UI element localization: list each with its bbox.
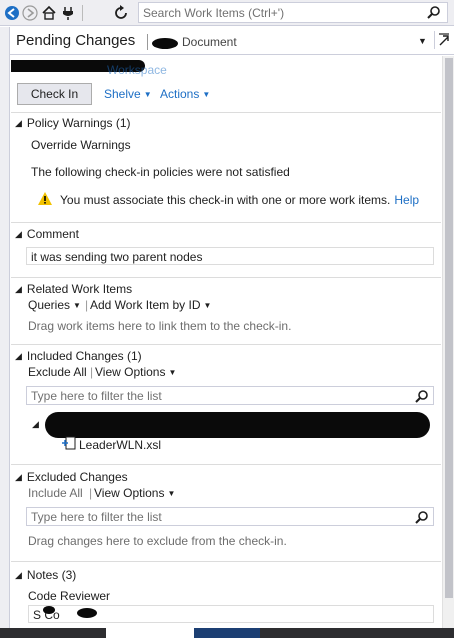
- search-icon[interactable]: [415, 510, 429, 527]
- exclude-all-link[interactable]: Exclude All: [28, 365, 87, 379]
- search-work-items-box[interactable]: Search Work Items (Ctrl+'): [138, 2, 448, 23]
- link-separator: |: [89, 486, 93, 500]
- redaction-mark: [152, 38, 178, 49]
- chevron-down-icon: ▼: [73, 301, 81, 310]
- excluded-changes-header[interactable]: ◢ Excluded Changes: [15, 470, 128, 484]
- help-link[interactable]: Help: [394, 193, 419, 207]
- view-options-dropdown[interactable]: View Options ▼: [94, 486, 175, 500]
- excluded-filter-input[interactable]: Type here to filter the list: [26, 507, 434, 526]
- included-filter-input[interactable]: Type here to filter the list: [26, 386, 434, 405]
- page-title: Pending Changes: [16, 32, 136, 49]
- shelve-label: Shelve: [104, 87, 141, 101]
- actions-label: Actions: [160, 87, 200, 101]
- filter-placeholder: Type here to filter the list: [31, 510, 162, 524]
- collapse-icon[interactable]: ◢: [15, 118, 22, 129]
- scroll-thumb[interactable]: [445, 58, 453, 598]
- policy-warnings-header[interactable]: ◢ Policy Warnings (1): [15, 116, 131, 130]
- vertical-scrollbar[interactable]: [442, 56, 454, 628]
- collapse-icon[interactable]: ◢: [15, 229, 22, 240]
- collapse-icon[interactable]: ◢: [15, 570, 22, 581]
- back-icon[interactable]: [2, 3, 22, 23]
- search-icon[interactable]: [427, 5, 441, 22]
- forward-icon[interactable]: [20, 3, 40, 23]
- section-divider: [11, 222, 441, 223]
- section-divider: [11, 344, 441, 345]
- comment-header[interactable]: ◢ Comment: [15, 227, 79, 241]
- add-work-item-label: Add Work Item by ID: [90, 298, 201, 312]
- refresh-icon[interactable]: [111, 3, 131, 23]
- plug-icon[interactable]: [58, 3, 78, 23]
- override-warnings-link[interactable]: Override Warnings: [31, 138, 131, 152]
- view-options-dropdown[interactable]: View Options ▼: [95, 365, 176, 379]
- title-separator: [147, 34, 148, 50]
- bottom-tab-strip: [0, 628, 454, 638]
- related-work-items-header[interactable]: ◢ Related Work Items: [15, 282, 132, 296]
- shelve-dropdown[interactable]: Shelve ▼: [104, 87, 152, 101]
- comment-title: Comment: [26, 227, 79, 241]
- policy-warning-row: You must associate this check-in with on…: [38, 192, 419, 208]
- section-divider: [11, 277, 441, 278]
- chevron-down-icon: ▼: [143, 90, 152, 99]
- search-icon[interactable]: [415, 389, 429, 406]
- excluded-changes-hint: Drag changes here to exclude from the ch…: [28, 534, 287, 548]
- related-work-items-title: Related Work Items: [26, 282, 133, 296]
- collapse-icon[interactable]: ◢: [15, 284, 22, 295]
- collapse-icon[interactable]: ◢: [15, 351, 22, 362]
- related-work-items-hint: Drag work items here to link them to the…: [28, 319, 292, 333]
- check-in-button[interactable]: Check In: [17, 83, 92, 105]
- excluded-changes-title: Excluded Changes: [26, 470, 128, 484]
- comment-value: it was sending two parent nodes: [31, 250, 203, 264]
- notes-header[interactable]: ◢ Notes (3): [15, 568, 76, 582]
- included-changes-title: Included Changes (1): [26, 349, 142, 363]
- code-reviewer-label: Code Reviewer: [28, 589, 111, 603]
- home-icon[interactable]: [39, 3, 59, 23]
- file-icon: [61, 436, 77, 453]
- comment-input[interactable]: it was sending two parent nodes: [26, 247, 434, 265]
- add-work-item-dropdown[interactable]: Add Work Item by ID ▼: [90, 298, 211, 312]
- included-changes-header[interactable]: ◢ Included Changes (1): [15, 349, 142, 363]
- notes-title: Notes (3): [26, 568, 77, 582]
- toolbar-separator: [82, 5, 83, 21]
- redaction-mark: [43, 606, 55, 614]
- pin-icon[interactable]: [434, 31, 452, 49]
- filter-placeholder: Type here to filter the list: [31, 389, 162, 403]
- title-dropdown-icon[interactable]: ▼: [418, 36, 427, 46]
- policy-warnings-title: Policy Warnings (1): [26, 116, 131, 130]
- chevron-down-icon: ▼: [167, 489, 176, 498]
- redaction-mark: [77, 608, 97, 618]
- actions-dropdown[interactable]: Actions ▼: [160, 87, 210, 101]
- included-file-item[interactable]: LeaderWLN.xsl: [79, 438, 161, 452]
- section-divider: [11, 464, 441, 465]
- chevron-down-icon: ▼: [168, 368, 177, 377]
- view-options-label: View Options: [94, 486, 165, 500]
- workspace-link[interactable]: Workspace: [107, 63, 167, 77]
- policy-message: The following check-in policies were not…: [31, 165, 290, 179]
- warning-text: You must associate this check-in with on…: [60, 193, 391, 207]
- link-separator: |: [90, 365, 94, 379]
- section-divider: [11, 112, 441, 113]
- tab-solution-explorer[interactable]: [0, 628, 106, 638]
- title-bar: Pending Changes Document ▼: [10, 27, 454, 55]
- tab-team-explorer[interactable]: [106, 628, 194, 638]
- include-all-link: Include All: [28, 486, 83, 500]
- collapse-icon[interactable]: ◢: [15, 472, 22, 483]
- pending-changes-panel: Workspace Check In Shelve ▼ Actions ▼ ◢ Pol…: [11, 56, 441, 628]
- chevron-down-icon: ▼: [203, 301, 212, 310]
- tab-class-view[interactable]: [194, 628, 260, 638]
- folder-expand-icon[interactable]: ◢: [32, 419, 39, 430]
- toolbar: Search Work Items (Ctrl+'): [0, 0, 454, 26]
- left-gutter: [0, 27, 10, 638]
- redaction-mark: [45, 412, 430, 438]
- warning-icon: [38, 192, 52, 208]
- search-placeholder: Search Work Items (Ctrl+'): [143, 6, 285, 20]
- queries-dropdown[interactable]: Queries ▼: [28, 298, 81, 312]
- queries-label: Queries: [28, 298, 71, 312]
- view-options-label: View Options: [95, 365, 166, 379]
- link-separator: |: [85, 298, 89, 312]
- section-divider: [11, 561, 441, 562]
- document-label: Document: [182, 35, 237, 49]
- chevron-down-icon: ▼: [202, 90, 211, 99]
